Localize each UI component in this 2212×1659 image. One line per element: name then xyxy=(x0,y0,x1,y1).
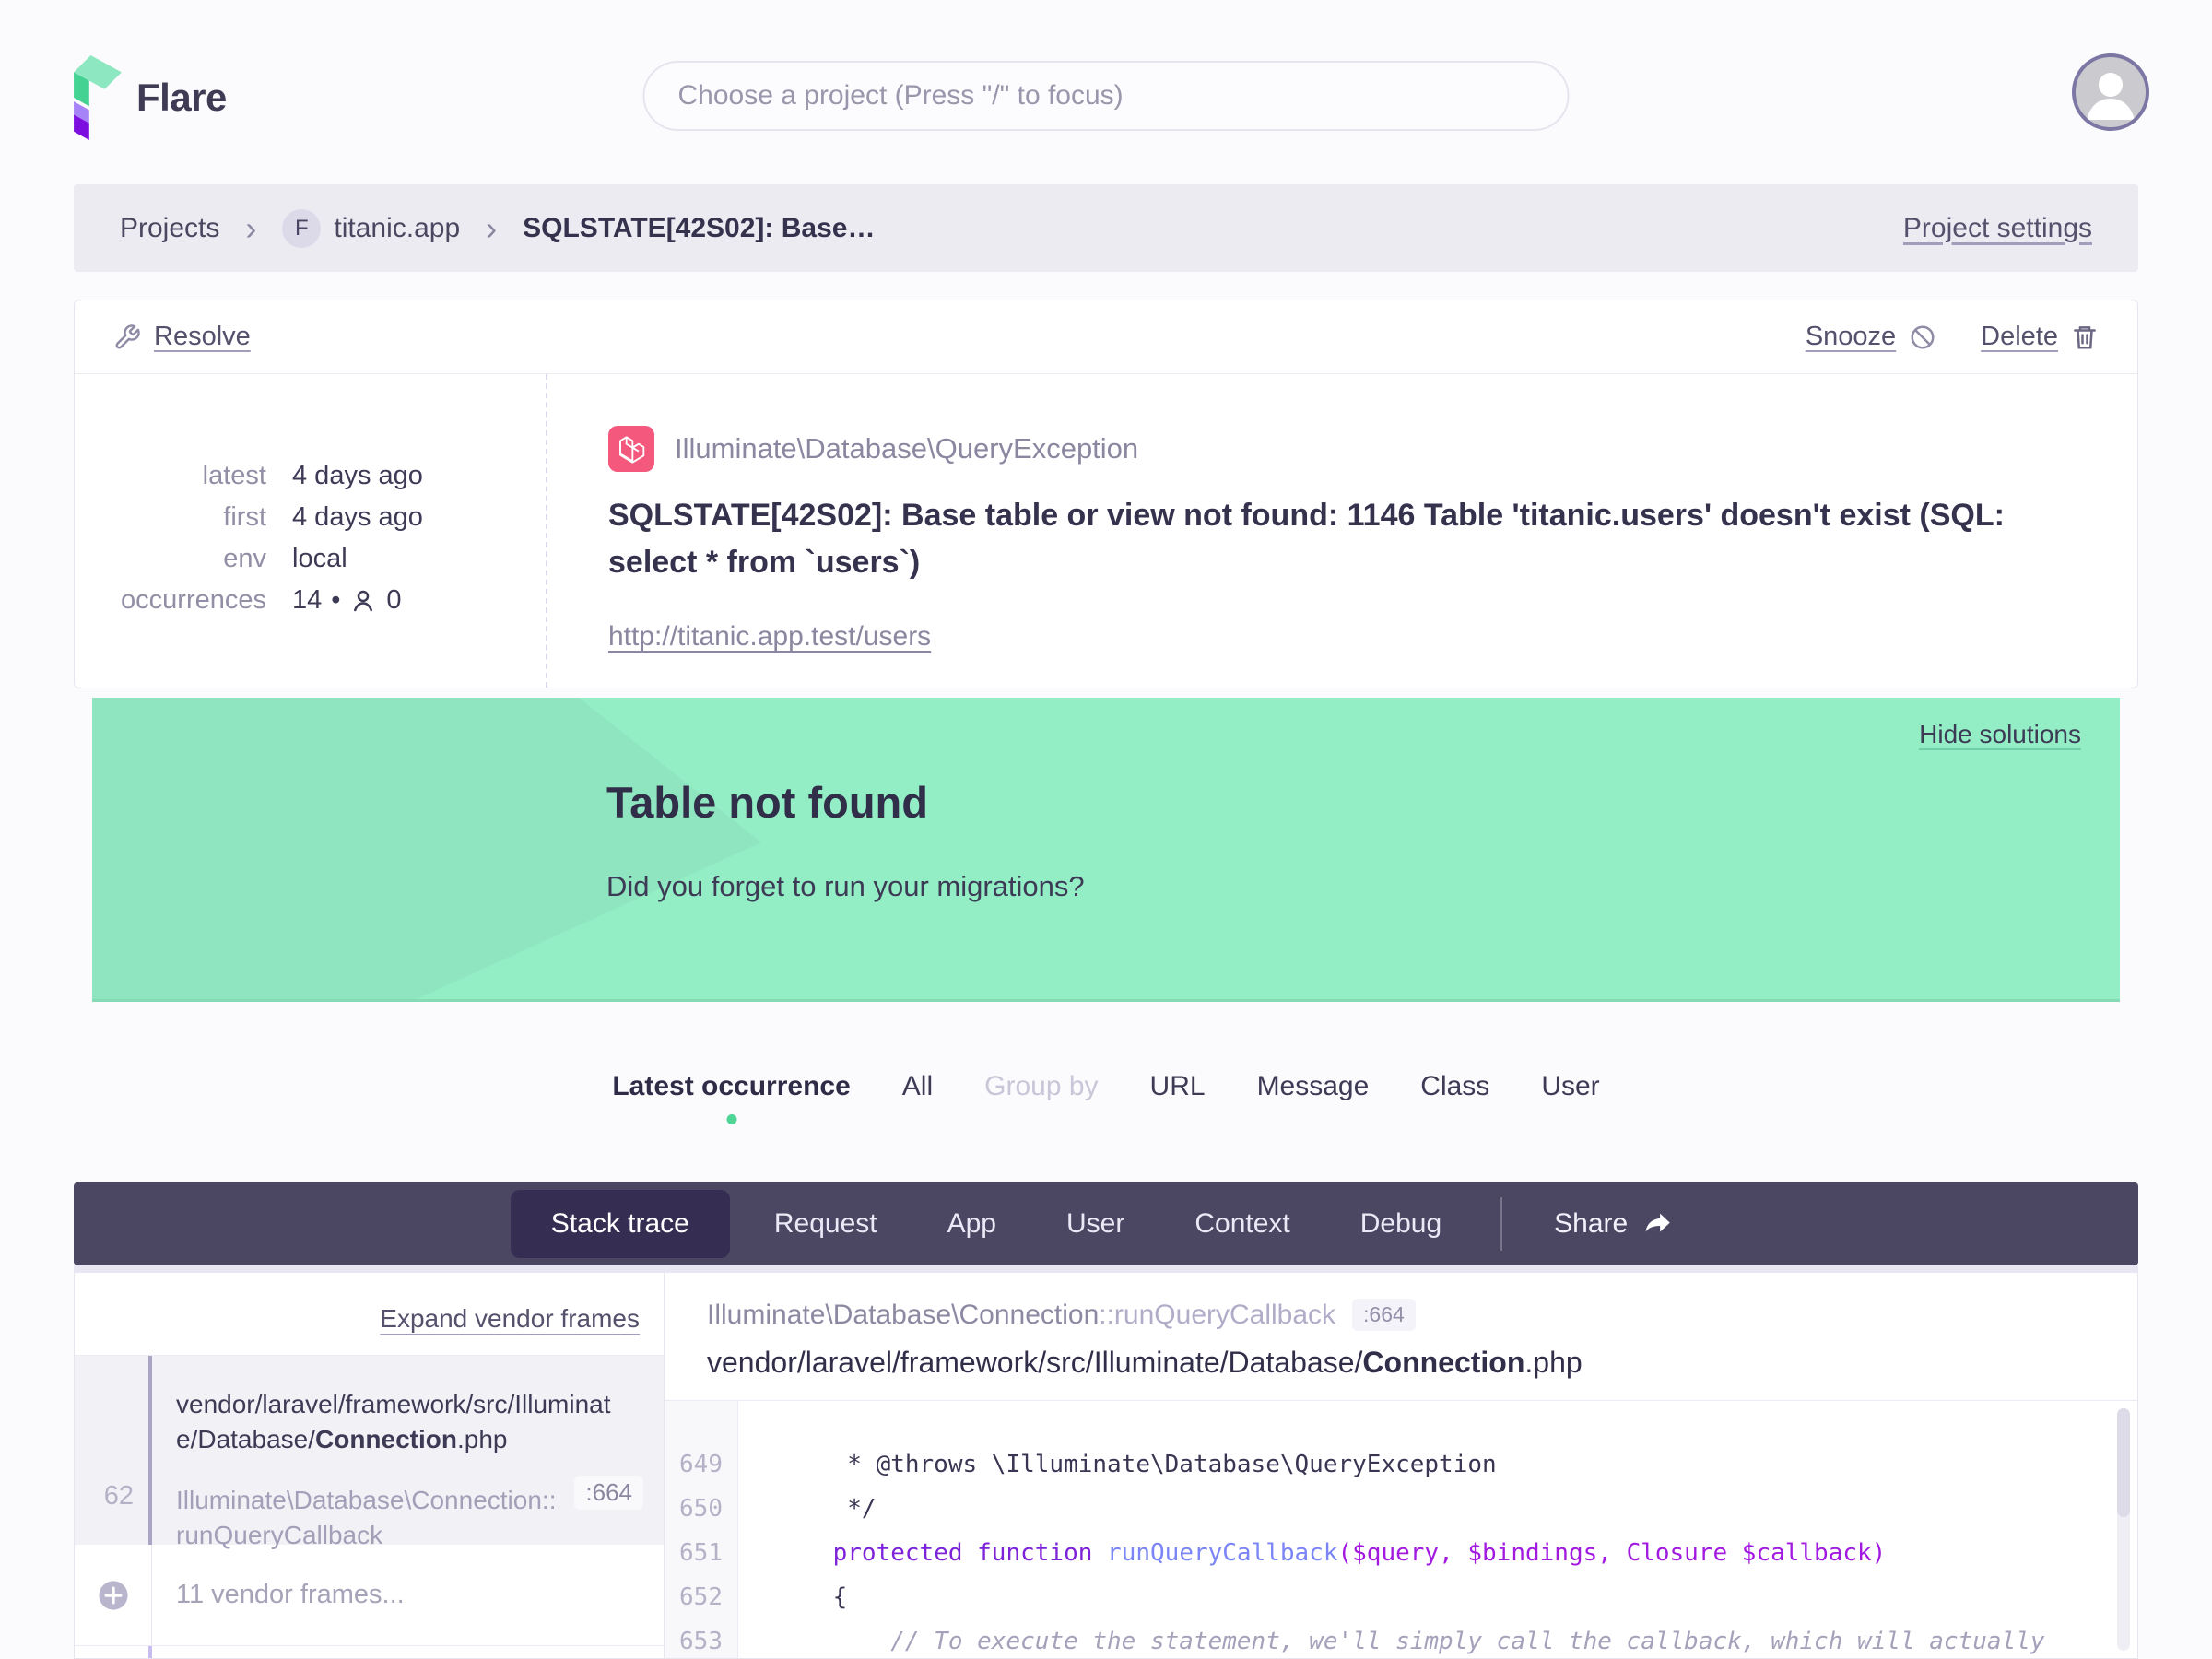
code-area[interactable]: * @throws \Illuminate\Database\QueryExce… xyxy=(738,1401,2137,1658)
share-label: Share xyxy=(1554,1208,1629,1239)
code-line: * @throws \Illuminate\Database\QueryExce… xyxy=(775,1451,1497,1478)
tab-context[interactable]: Context xyxy=(1159,1182,1324,1265)
topbar: Flare xyxy=(0,0,2212,184)
code-line: { xyxy=(775,1583,848,1611)
meta-row-env: env local xyxy=(75,538,546,580)
detail-nav: Stack trace Request App User Context Deb… xyxy=(74,1182,2138,1265)
code-line: */ xyxy=(775,1495,877,1523)
tab-group-url[interactable]: URL xyxy=(1150,1071,1206,1102)
vendor-frames-toggle[interactable]: 11 vendor frames... xyxy=(75,1545,664,1646)
code-line: // To execute the statement, we'll simpl… xyxy=(775,1628,2045,1655)
snooze-label: Snooze xyxy=(1805,322,1897,351)
breadcrumb-current-error: SQLSTATE[42S02]: Base… xyxy=(523,212,876,243)
code-line: protected function runQueryCallback($que… xyxy=(832,1539,1887,1567)
share-arrow-icon xyxy=(1642,1208,1674,1240)
meta-label: first xyxy=(223,502,266,532)
frame-file-path: vendor/laravel/framework/src/Illuminate/… xyxy=(176,1390,611,1453)
flare-logo[interactable]: Flare xyxy=(74,55,227,140)
tab-group-message[interactable]: Message xyxy=(1257,1071,1370,1102)
chevron-right-icon: › xyxy=(486,208,498,247)
flare-logo-icon xyxy=(74,55,122,140)
project-settings-link[interactable]: Project settings xyxy=(1903,213,2092,244)
error-meta: latest 4 days ago first 4 days ago env l… xyxy=(75,374,547,688)
ban-icon xyxy=(1909,324,1936,351)
nav-divider xyxy=(1500,1197,1503,1251)
meta-value: local xyxy=(292,544,347,573)
frame-line-badge: :664 xyxy=(574,1476,643,1510)
stack-trace-section: Expand vendor frames 62 vendor/laravel/f… xyxy=(74,1273,2138,1659)
user-icon xyxy=(349,587,377,615)
meta-value: 4 days ago xyxy=(292,461,423,490)
affected-user-count: 0 xyxy=(386,585,402,615)
code-header-method: ::runQueryCallback xyxy=(1099,1299,1336,1330)
delete-button[interactable]: Delete xyxy=(1981,322,2099,352)
tab-app[interactable]: App xyxy=(912,1182,1031,1265)
solution-description: Did you forget to run your migrations? xyxy=(606,870,1085,902)
dot-separator: • xyxy=(331,585,341,615)
laravel-icon xyxy=(608,426,654,472)
error-message: SQLSTATE[42S02]: Base table or view not … xyxy=(608,498,2005,580)
meta-row-latest: latest 4 days ago xyxy=(75,455,546,497)
wrench-icon xyxy=(113,324,141,351)
code-scrollbar[interactable] xyxy=(2117,1408,2130,1651)
breadcrumb-projects[interactable]: Projects xyxy=(120,213,219,244)
brand-name: Flare xyxy=(136,76,227,119)
occurrence-count: 14 xyxy=(292,585,323,615)
project-search xyxy=(642,61,1570,131)
breadcrumb-project-label: titanic.app xyxy=(334,212,461,243)
resolve-label: Resolve xyxy=(154,322,251,351)
breadcrumb-project[interactable]: F titanic.app xyxy=(282,208,461,248)
project-search-input[interactable] xyxy=(642,61,1570,131)
solution-banner: Hide solutions Table not found Did you f… xyxy=(92,698,2120,1002)
resolve-button[interactable]: Resolve xyxy=(113,322,251,352)
expand-vendor-frames-link[interactable]: Expand vendor frames xyxy=(380,1304,640,1334)
occurrence-tabs: Latest occurrence All Group by URL Messa… xyxy=(0,1068,2212,1105)
meta-row-occurrences: occurrences 14 • 0 xyxy=(75,580,546,621)
solution-title: Table not found xyxy=(606,778,928,827)
breadcrumb: Projects › F titanic.app › SQLSTATE[42S0… xyxy=(74,184,2138,272)
error-card: Resolve Snooze Delete latest 4 days ago … xyxy=(74,300,2138,688)
frame-item-next[interactable] xyxy=(75,1646,664,1658)
frame-number: 62 xyxy=(75,1356,152,1545)
avatar[interactable] xyxy=(2072,53,2149,131)
chevron-right-icon: › xyxy=(245,208,257,247)
tab-debug[interactable]: Debug xyxy=(1325,1182,1477,1265)
frame-item-selected[interactable]: 62 vendor/laravel/framework/src/Illumina… xyxy=(75,1356,664,1549)
meta-value: 4 days ago xyxy=(292,502,423,532)
code-header-class: Illuminate\Database\Connection xyxy=(707,1299,1100,1330)
tab-request[interactable]: Request xyxy=(739,1182,912,1265)
plus-circle-icon xyxy=(98,1580,129,1611)
tab-all[interactable]: All xyxy=(902,1071,933,1102)
trash-icon xyxy=(2071,324,2099,351)
tab-latest-occurrence[interactable]: Latest occurrence xyxy=(612,1071,850,1102)
tab-group-user[interactable]: User xyxy=(1541,1071,1599,1102)
hide-solutions-link[interactable]: Hide solutions xyxy=(1919,720,2081,749)
code-header: Illuminate\Database\Connection::runQuery… xyxy=(665,1273,2137,1401)
frame-method: Illuminate\Database\Connection::runQuery… xyxy=(176,1486,557,1549)
delete-label: Delete xyxy=(1981,322,2058,351)
code-line-badge: :664 xyxy=(1352,1299,1416,1331)
group-by-label: Group by xyxy=(984,1071,1099,1101)
exception-class: Illuminate\Database\QueryException xyxy=(675,432,1139,465)
code-panel: Illuminate\Database\Connection::runQuery… xyxy=(665,1273,2137,1658)
error-url-link[interactable]: http://titanic.app.test/users xyxy=(608,621,931,653)
tab-stack-trace[interactable]: Stack trace xyxy=(510,1190,730,1258)
meta-label: latest xyxy=(202,461,266,490)
meta-label: env xyxy=(223,544,266,573)
share-button[interactable]: Share xyxy=(1526,1182,1701,1265)
meta-label: occurrences xyxy=(121,585,266,615)
frames-panel: Expand vendor frames 62 vendor/laravel/f… xyxy=(75,1273,665,1658)
tab-group-class[interactable]: Class xyxy=(1420,1071,1489,1102)
snooze-button[interactable]: Snooze xyxy=(1806,322,1936,352)
line-number-gutter: 649 650 651 652 653 xyxy=(665,1401,738,1658)
vendor-frames-label: 11 vendor frames... xyxy=(176,1580,405,1609)
section-gap xyxy=(74,1265,2138,1273)
meta-row-first: first 4 days ago xyxy=(75,497,546,538)
error-toolbar: Resolve Snooze Delete xyxy=(75,300,2137,374)
banner-decoration xyxy=(92,698,761,999)
tab-user[interactable]: User xyxy=(1031,1182,1159,1265)
code-file-path: vendor/laravel/framework/src/Illuminate/… xyxy=(707,1346,1583,1379)
project-badge: F xyxy=(282,208,322,248)
